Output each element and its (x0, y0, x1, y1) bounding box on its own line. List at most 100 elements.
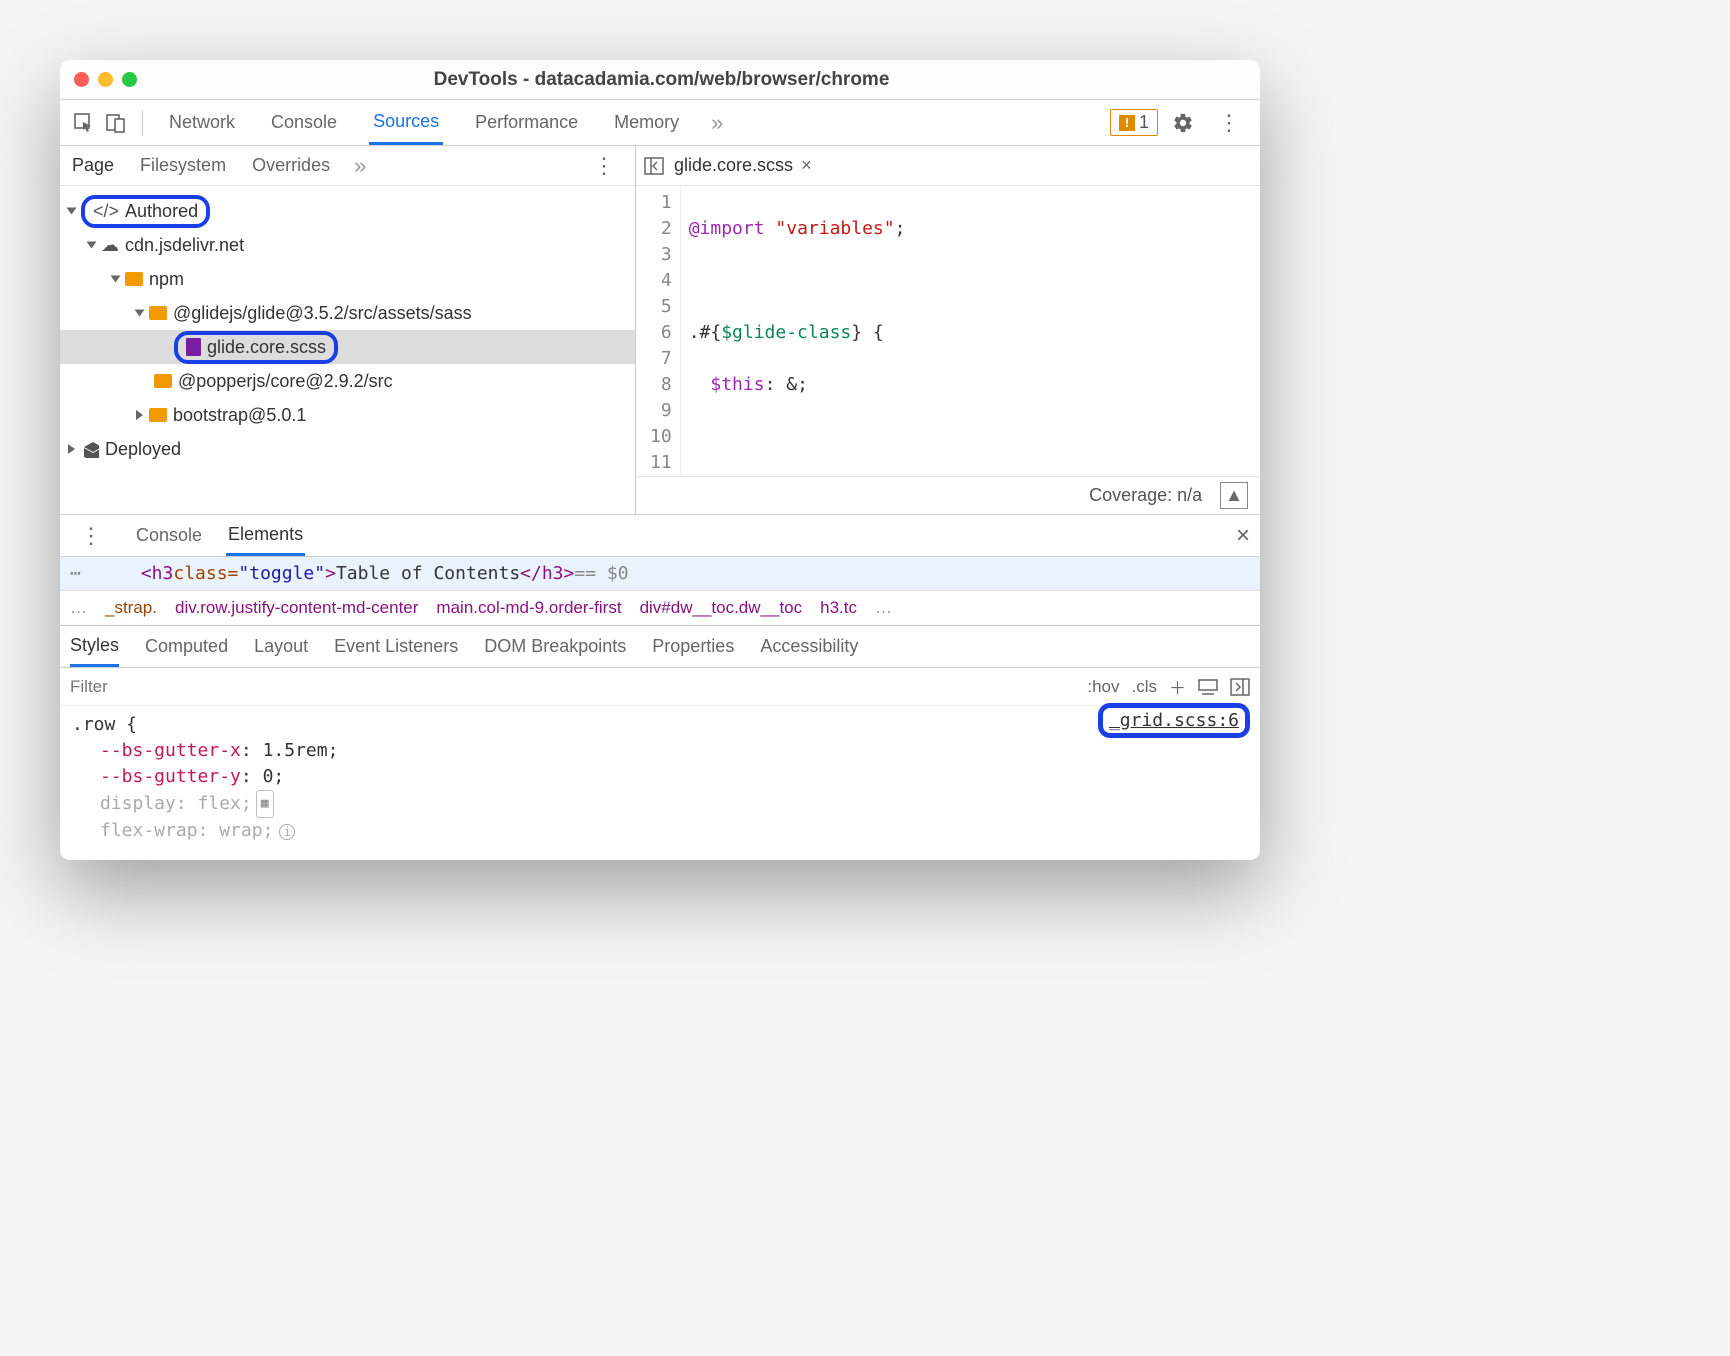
new-rule-icon[interactable]: ＋ (1169, 674, 1186, 699)
styletab-dombp[interactable]: DOM Breakpoints (484, 628, 626, 665)
rule-selector: .row { (72, 712, 1248, 738)
styletab-styles[interactable]: Styles (70, 627, 119, 667)
file-highlight: glide.core.scss (174, 331, 338, 364)
disclosure-triangle-icon[interactable] (67, 208, 77, 215)
tree-glide-file[interactable]: glide.core.scss (60, 330, 635, 364)
folder-icon (125, 272, 143, 286)
traffic-lights (74, 72, 137, 87)
tree-deployed[interactable]: Deployed (60, 432, 635, 466)
breadcrumbs[interactable]: … _strap. div.row.justify-content-md-cen… (60, 590, 1260, 626)
tree-label: npm (149, 269, 184, 290)
styles-tabs: Styles Computed Layout Event Listeners D… (60, 626, 1260, 668)
warnings-badge[interactable]: ! 1 (1110, 109, 1158, 136)
tree-cdn[interactable]: ☁ cdn.jsdelivr.net (60, 228, 635, 262)
drawer-menu-icon[interactable]: ⋮ (70, 523, 112, 549)
tree-npm[interactable]: npm (60, 262, 635, 296)
disclosure-triangle-icon[interactable] (136, 410, 143, 420)
disclosure-triangle-icon[interactable] (111, 276, 121, 283)
folder-icon (154, 374, 172, 388)
subtab-filesystem[interactable]: Filesystem (138, 147, 228, 184)
tree-label: cdn.jsdelivr.net (125, 235, 244, 256)
tree-label: Deployed (105, 439, 181, 460)
info-icon[interactable]: i (279, 824, 295, 840)
tree-label: Authored (125, 201, 198, 222)
code-editor[interactable]: 123 456 789 1011 @import "variables"; .#… (636, 186, 1260, 476)
disclosure-triangle-icon[interactable] (135, 310, 145, 317)
drawer-tab-console[interactable]: Console (134, 517, 204, 554)
folder-icon (149, 306, 167, 320)
divider (142, 110, 143, 136)
authored-highlight: </> Authored (81, 195, 210, 228)
crumb-item[interactable]: div.row.justify-content-md-center (175, 598, 418, 618)
close-window-button[interactable] (74, 72, 89, 87)
tab-performance[interactable]: Performance (471, 102, 582, 143)
styletab-layout[interactable]: Layout (254, 628, 308, 665)
file-tabbar: glide.core.scss × (636, 146, 1260, 186)
styles-filter-input[interactable] (70, 677, 1075, 697)
tree-label: glide.core.scss (207, 337, 326, 358)
device-toggle-icon[interactable] (102, 109, 130, 137)
tree-glide-folder[interactable]: @glidejs/glide@3.5.2/src/assets/sass (60, 296, 635, 330)
cls-toggle[interactable]: .cls (1132, 677, 1158, 697)
flex-badge-icon[interactable]: ▦ (256, 790, 274, 818)
main-toolbar: Network Console Sources Performance Memo… (60, 100, 1260, 146)
close-drawer-icon[interactable]: × (1236, 522, 1250, 550)
crumb-item[interactable]: h3.tc (820, 598, 857, 618)
drawer-tab-elements[interactable]: Elements (226, 516, 305, 556)
settings-icon[interactable] (1162, 112, 1204, 134)
source-highlight: _grid.scss:6 (1098, 703, 1250, 738)
crumb-ellipsis[interactable]: … (875, 598, 892, 618)
crumb-item[interactable]: main.col-md-9.order-first (436, 598, 621, 618)
toggle-navigator-icon[interactable] (644, 157, 664, 175)
inspect-element-icon[interactable] (70, 109, 98, 137)
collapse-icon[interactable]: ▲ (1220, 482, 1248, 509)
styletab-listeners[interactable]: Event Listeners (334, 628, 458, 665)
cloud-icon: ☁ (101, 235, 119, 256)
file-tree: </> Authored ☁ cdn.jsdelivr.net npm (60, 186, 635, 474)
styletab-computed[interactable]: Computed (145, 628, 228, 665)
zoom-window-button[interactable] (122, 72, 137, 87)
styletab-a11y[interactable]: Accessibility (760, 628, 858, 665)
navigator-menu-icon[interactable]: ⋮ (583, 153, 625, 179)
tab-sources[interactable]: Sources (369, 101, 443, 145)
editor-status: Coverage: n/a ▲ (636, 476, 1260, 514)
tree-popper-folder[interactable]: @popperjs/core@2.9.2/src (60, 364, 635, 398)
tree-label: bootstrap@5.0.1 (173, 405, 306, 426)
drawer-tabs: ⋮ Console Elements × (60, 515, 1260, 557)
tree-bootstrap-folder[interactable]: bootstrap@5.0.1 (60, 398, 635, 432)
tab-memory[interactable]: Memory (610, 102, 683, 143)
source-link[interactable]: _grid.scss:6 (1098, 708, 1250, 734)
tab-network[interactable]: Network (165, 102, 239, 143)
more-menu-icon[interactable]: ⋮ (1208, 110, 1250, 136)
selected-dom-node[interactable]: ⋯ <h3 class="toggle">Table of Contents</… (60, 557, 1260, 590)
more-tabs-icon[interactable]: » (711, 110, 723, 136)
file-tab-glide[interactable]: glide.core.scss × (674, 155, 812, 176)
warning-icon: ! (1119, 115, 1135, 131)
disclosure-triangle-icon[interactable] (68, 444, 75, 454)
crumb-item[interactable]: _strap. (105, 598, 157, 618)
crumb-ellipsis[interactable]: … (70, 598, 87, 618)
crumb-item[interactable]: div#dw__toc.dw__toc (640, 598, 803, 618)
close-tab-icon[interactable]: × (801, 155, 812, 176)
sidebar-toggle-icon[interactable] (1230, 678, 1250, 696)
styles-toolbar: :hov .cls ＋ (60, 668, 1260, 706)
navigator-pane: Page Filesystem Overrides » ⋮ </> Author… (60, 146, 636, 514)
code-content[interactable]: @import "variables"; .#{$glide-class} { … (681, 186, 1055, 476)
cube-icon (81, 440, 99, 458)
editor-pane: glide.core.scss × 123 456 789 1011 @impo… (636, 146, 1260, 514)
devtools-window: DevTools - datacadamia.com/web/browser/c… (60, 60, 1260, 860)
subtab-overrides[interactable]: Overrides (250, 147, 332, 184)
disclosure-triangle-icon[interactable] (87, 242, 97, 249)
styles-rule[interactable]: _grid.scss:6 .row { --bs-gutter-x: 1.5re… (60, 706, 1260, 860)
subtab-page[interactable]: Page (70, 147, 116, 184)
tree-authored[interactable]: </> Authored (60, 194, 635, 228)
coverage-label: Coverage: n/a (1089, 485, 1202, 506)
tab-console[interactable]: Console (267, 102, 341, 143)
navigator-tabs: Page Filesystem Overrides » ⋮ (60, 146, 635, 186)
minimize-window-button[interactable] (98, 72, 113, 87)
main-tabs: Network Console Sources Performance Memo… (155, 101, 1106, 145)
computed-toggle-icon[interactable] (1198, 679, 1218, 695)
styletab-properties[interactable]: Properties (652, 628, 734, 665)
hov-toggle[interactable]: :hov (1087, 677, 1119, 697)
more-subtabs-icon[interactable]: » (354, 153, 366, 179)
